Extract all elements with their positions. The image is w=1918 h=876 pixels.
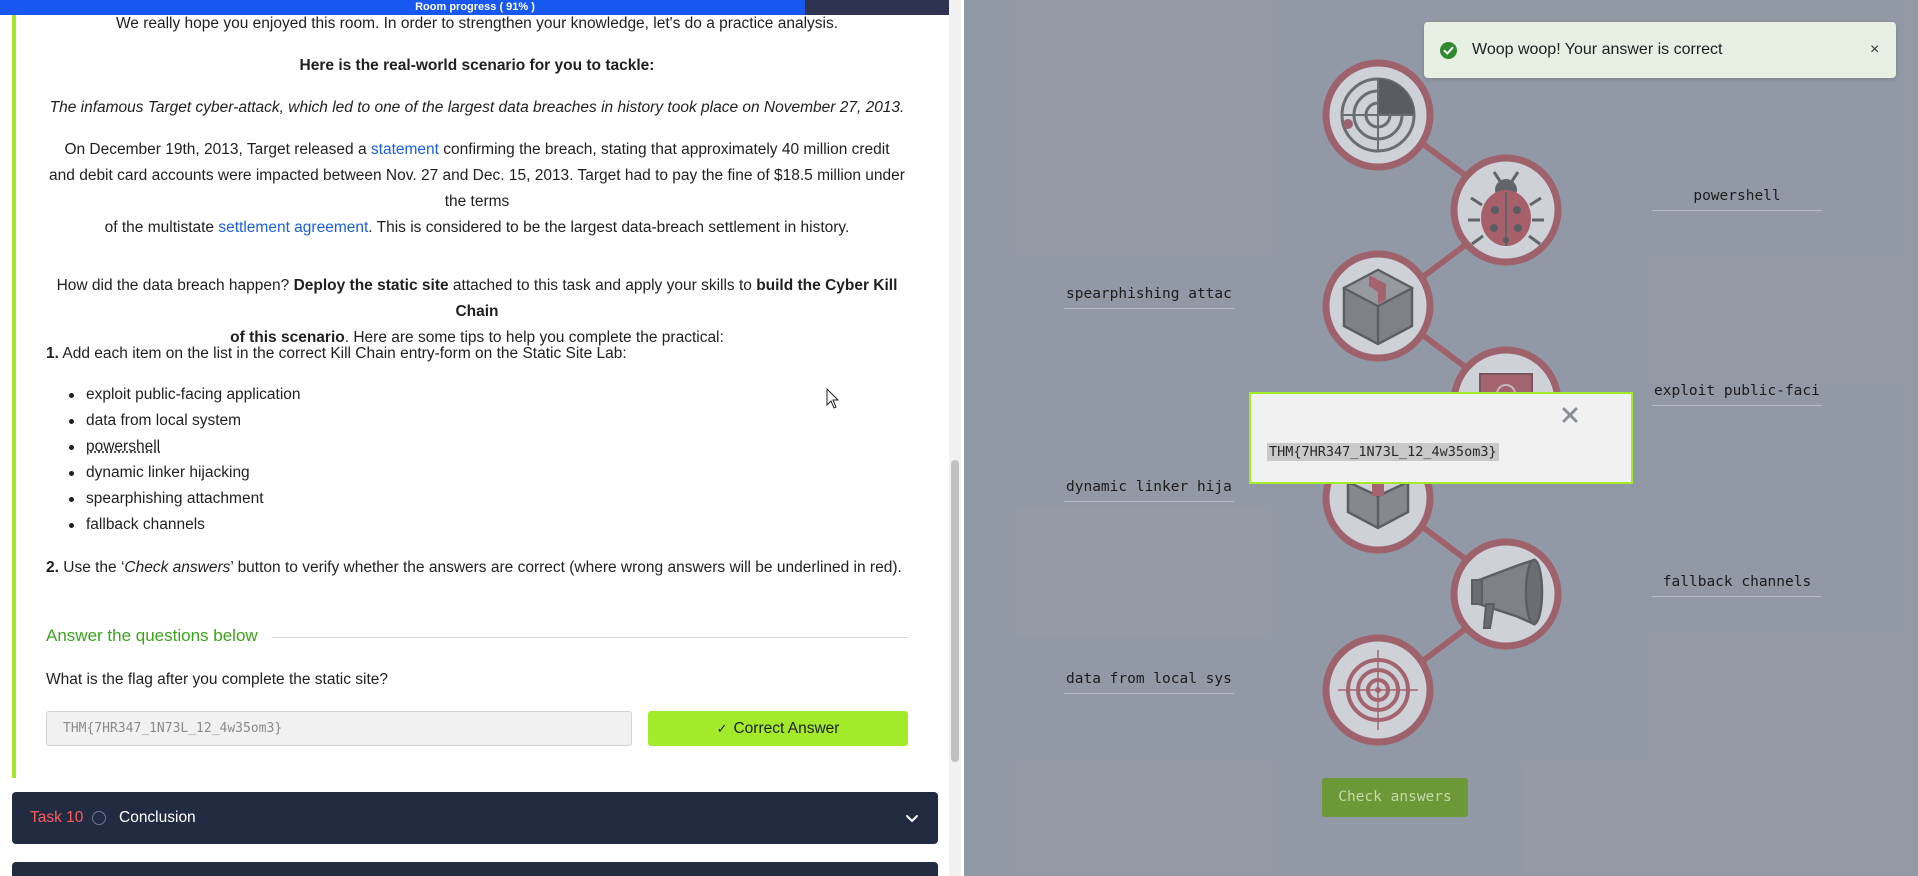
list-item: spearphishing attachment bbox=[69, 486, 301, 512]
step-number: 2. bbox=[46, 559, 59, 576]
text-span: . This is considered to be the largest d… bbox=[368, 219, 850, 236]
kill-chain-field-installation[interactable]: powershell bbox=[1652, 185, 1822, 211]
step-text: Use the ‘ bbox=[58, 559, 125, 576]
check-circle-icon bbox=[1440, 42, 1457, 59]
task-10-header[interactable]: Task 10 Conclusion bbox=[12, 792, 938, 844]
text-span: attached to this task and apply your ski… bbox=[448, 277, 757, 294]
kill-chain-field-actions-objectives[interactable]: data from local sys bbox=[1064, 668, 1234, 694]
text-span: How did the data breach happen? bbox=[56, 277, 294, 294]
step-two: 2. Use the ‘Check answers’ button to ver… bbox=[46, 555, 908, 581]
step-number: 1. bbox=[46, 345, 59, 362]
flag-answer-input[interactable]: THM{7HR347_1N73L_12_4w35om3} bbox=[46, 711, 632, 746]
task-panel: Room progress ( 91% ) We really hope you… bbox=[0, 0, 964, 876]
chevron-down-icon[interactable] bbox=[904, 810, 920, 826]
kill-chain-field-delivery[interactable]: spearphishing attac bbox=[1064, 283, 1234, 309]
list-item: powershell bbox=[69, 434, 301, 460]
button-label: Correct Answer bbox=[733, 720, 840, 737]
task-number: Task 10 bbox=[30, 809, 84, 826]
scenario-italic: The infamous Target cyber-attack, which … bbox=[49, 99, 905, 116]
kill-chain-field-exploitation[interactable]: exploit public-faci bbox=[1652, 380, 1822, 406]
list-item: dynamic linker hijacking bbox=[69, 460, 301, 486]
check-icon: ✓ bbox=[716, 721, 728, 736]
settlement-agreement-link[interactable]: settlement agreement bbox=[218, 219, 368, 236]
toast-message: Woop woop! Your answer is correct bbox=[1472, 41, 1723, 58]
cursor-icon bbox=[826, 388, 840, 409]
task-title: Conclusion bbox=[119, 809, 196, 826]
static-site-lab: powershell spearphishing attac exploit p… bbox=[964, 0, 1918, 876]
check-answers-button[interactable]: Check answers bbox=[1322, 778, 1468, 817]
kill-chain-field-persistence[interactable]: dynamic linker hija bbox=[1064, 476, 1234, 502]
flag-text: THM{7HR347_1N73L_12_4w35om3} bbox=[1267, 443, 1499, 461]
kill-chain-item-list: exploit public-facing application data f… bbox=[69, 382, 301, 538]
list-item: data from local system bbox=[69, 408, 301, 434]
step-text-italic: Check answers bbox=[124, 559, 231, 576]
instructions-paragraph: How did the data breach happen? Deploy t… bbox=[46, 273, 908, 351]
close-icon[interactable] bbox=[1561, 406, 1579, 424]
step-one: 1. Add each item on the list in the corr… bbox=[46, 341, 908, 367]
question-text: What is the flag after you complete the … bbox=[46, 671, 389, 688]
step-text: ’ button to verify whether the answers a… bbox=[230, 559, 902, 576]
kill-chain-field-command-control[interactable]: fallback channels bbox=[1652, 571, 1822, 597]
flag-modal: THM{7HR347_1N73L_12_4w35om3} bbox=[1249, 392, 1633, 484]
bold-span: Deploy the static site bbox=[293, 277, 449, 294]
answers-divider bbox=[272, 637, 908, 638]
scenario-heading: Here is the real-world scenario for you … bbox=[299, 57, 655, 74]
scrollbar-thumb[interactable] bbox=[951, 460, 959, 762]
correct-answer-button[interactable]: ✓ Correct Answer bbox=[648, 711, 908, 746]
step-text: Add each item on the list in the correct… bbox=[58, 345, 627, 362]
answers-heading: Answer the questions below bbox=[46, 626, 258, 645]
text-span: of the multistate bbox=[104, 219, 219, 236]
breach-paragraph: On December 19th, 2013, Target released … bbox=[46, 137, 908, 241]
next-task-header[interactable] bbox=[12, 862, 938, 876]
intro-text: We really hope you enjoyed this room. In… bbox=[115, 15, 839, 32]
success-toast: Woop woop! Your answer is correct × bbox=[1424, 22, 1896, 78]
text-span: confirming the breach, stating that appr… bbox=[438, 141, 890, 158]
circle-icon bbox=[92, 811, 106, 825]
list-item: exploit public-facing application bbox=[69, 382, 301, 408]
statement-link[interactable]: statement bbox=[371, 141, 439, 158]
text-span: and debit card accounts were impacted be… bbox=[49, 167, 905, 210]
close-icon[interactable]: × bbox=[1870, 41, 1879, 59]
text-span: On December 19th, 2013, Target released … bbox=[64, 141, 371, 158]
list-item: fallback channels bbox=[69, 512, 301, 538]
